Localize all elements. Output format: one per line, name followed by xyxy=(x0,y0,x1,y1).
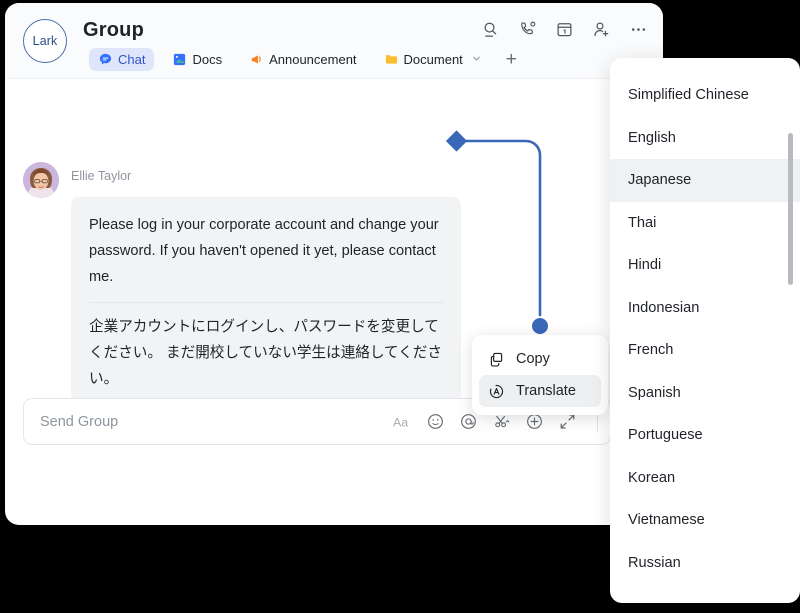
language-dropdown: Simplified Chinese English Japanese Thai… xyxy=(610,58,800,603)
message-text-ja: 企業アカウントにログインし、パスワードを変更してください。 まだ開校していない学… xyxy=(89,319,442,387)
copy-icon xyxy=(488,351,505,368)
language-option-hindi[interactable]: Hindi xyxy=(610,244,800,287)
lark-logo-text: Lark xyxy=(32,34,58,48)
language-option-korean[interactable]: Korean xyxy=(610,457,800,500)
language-label: Thai xyxy=(628,214,657,231)
call-icon[interactable] xyxy=(517,19,538,40)
language-option-simplified-chinese[interactable]: Simplified Chinese xyxy=(610,74,800,117)
context-menu-label: Copy xyxy=(516,351,550,367)
tab-label: Document xyxy=(403,52,463,67)
message-bubble[interactable]: Please log in your corporate account and… xyxy=(71,197,461,422)
chat-header: Lark Group Chat Docs Announcement Docume… xyxy=(5,3,663,79)
calendar-icon[interactable] xyxy=(554,19,575,40)
language-label: English xyxy=(628,129,676,146)
language-option-spanish[interactable]: Spanish xyxy=(610,372,800,415)
language-option-thai[interactable]: Thai xyxy=(610,202,800,245)
language-option-portuguese[interactable]: Portuguese xyxy=(610,414,800,457)
language-label: Portuguese xyxy=(628,427,703,444)
language-option-vietnamese[interactable]: Vietnamese xyxy=(610,499,800,542)
translate-icon xyxy=(488,383,505,400)
language-label: Indonesian xyxy=(628,299,700,316)
lark-logo: Lark xyxy=(23,19,67,63)
context-menu-item-copy[interactable]: Copy xyxy=(479,343,601,375)
tab-announcement[interactable]: Announcement xyxy=(240,48,365,71)
language-label: Simplified Chinese xyxy=(628,87,749,104)
tab-label: Chat xyxy=(118,52,146,67)
tab-label: Docs xyxy=(192,52,223,67)
language-label: Russian xyxy=(628,554,681,571)
composer-placeholder: Send Group xyxy=(40,413,119,430)
language-option-russian[interactable]: Russian xyxy=(610,542,800,585)
message-sender: Ellie Taylor xyxy=(71,169,132,183)
add-tab-button[interactable]: + xyxy=(500,50,523,69)
docs-icon xyxy=(172,52,187,67)
chat-bubble-icon xyxy=(98,52,113,67)
header-actions xyxy=(480,19,649,40)
language-option-english[interactable]: English xyxy=(610,117,800,160)
tab-docs[interactable]: Docs xyxy=(163,48,231,71)
text-format-icon[interactable]: Aa xyxy=(393,412,412,431)
mention-icon[interactable] xyxy=(459,412,478,431)
language-label: Hindi xyxy=(628,257,662,274)
folder-icon xyxy=(384,52,399,67)
page-title: Group xyxy=(83,19,144,41)
language-option-indonesian[interactable]: Indonesian xyxy=(610,287,800,330)
tab-document[interactable]: Document xyxy=(375,48,491,71)
context-menu-item-translate[interactable]: Translate xyxy=(479,375,601,407)
context-menu-label: Translate xyxy=(516,383,576,399)
more-icon[interactable] xyxy=(628,19,649,40)
language-label: French xyxy=(628,342,674,359)
search-icon[interactable] xyxy=(480,19,501,40)
tab-bar: Chat Docs Announcement Document + xyxy=(89,48,523,71)
language-label: Vietnamese xyxy=(628,512,705,529)
emoji-icon[interactable] xyxy=(426,412,445,431)
add-member-icon[interactable] xyxy=(591,19,612,40)
language-scrollbar[interactable] xyxy=(788,133,793,285)
language-label: Japanese xyxy=(628,172,692,189)
avatar[interactable] xyxy=(23,162,59,198)
message-text-en: Please log in your corporate account and… xyxy=(89,217,439,285)
message-context-menu: Copy Translate xyxy=(472,335,608,415)
screen-root: Lark Group Chat Docs Announcement Docume… xyxy=(0,0,800,613)
language-label: Spanish xyxy=(628,384,681,401)
tab-chat[interactable]: Chat xyxy=(89,48,155,71)
tab-label: Announcement xyxy=(269,52,357,67)
chat-window: Lark Group Chat Docs Announcement Docume… xyxy=(5,3,663,525)
svg-text:Aa: Aa xyxy=(393,415,408,429)
language-label: Korean xyxy=(628,469,676,486)
megaphone-icon xyxy=(249,52,264,67)
chevron-down-icon xyxy=(471,52,482,67)
message-divider xyxy=(89,302,443,303)
language-option-french[interactable]: French xyxy=(610,329,800,372)
language-option-japanese[interactable]: Japanese xyxy=(610,159,800,202)
